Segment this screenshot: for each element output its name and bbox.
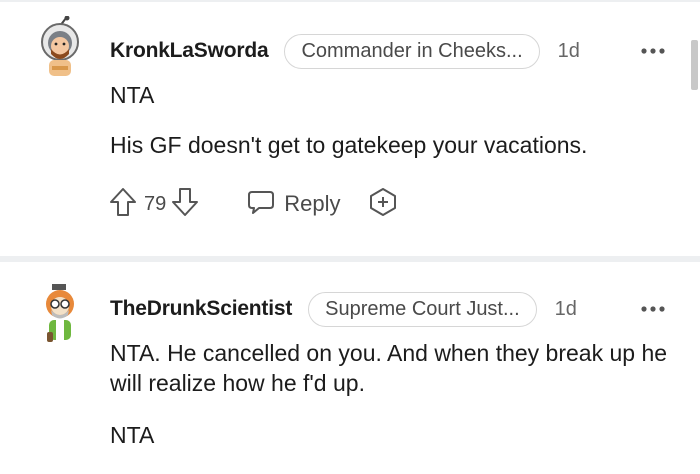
comment-text: His GF doesn't get to gatekeep your vaca… [110, 132, 588, 158]
speech-bubble-icon [246, 188, 276, 221]
top-divider [0, 0, 700, 2]
timestamp: 1d [557, 39, 580, 62]
user-flair: Supreme Court Just... [308, 291, 537, 327]
reply-label: Reply [284, 191, 341, 216]
ellipsis-icon [641, 306, 665, 312]
username[interactable]: TheDrunkScientist [110, 297, 292, 321]
timestamp: 1d [554, 297, 577, 320]
comment-text: NTA. He cancelled on you. And when they … [110, 340, 668, 396]
comment-meta: KronkLaSworda Commander in Cheeks... 1d [110, 33, 580, 69]
comment-separator [0, 256, 700, 262]
more-options-button[interactable] [640, 291, 666, 327]
comment-text: NTA [110, 82, 155, 108]
ellipsis-icon [641, 48, 665, 54]
scrollbar[interactable] [691, 40, 698, 90]
more-options-button[interactable] [640, 33, 666, 69]
avatar[interactable] [32, 15, 88, 80]
award-plus-icon[interactable] [367, 186, 399, 223]
comment-meta: TheDrunkScientist Supreme Court Just... … [110, 291, 577, 327]
downvote-arrow-icon[interactable] [170, 186, 200, 223]
vote-count: 79 [144, 192, 167, 215]
username[interactable]: KronkLaSworda [110, 39, 269, 63]
upvote-arrow-icon[interactable] [108, 186, 138, 223]
avatar[interactable] [32, 282, 88, 346]
reply-button[interactable]: Reply [246, 188, 341, 221]
user-flair: Commander in Cheeks... [284, 33, 540, 69]
comment-text: NTA [110, 422, 155, 448]
comment-actions: 79 Reply [108, 186, 399, 222]
